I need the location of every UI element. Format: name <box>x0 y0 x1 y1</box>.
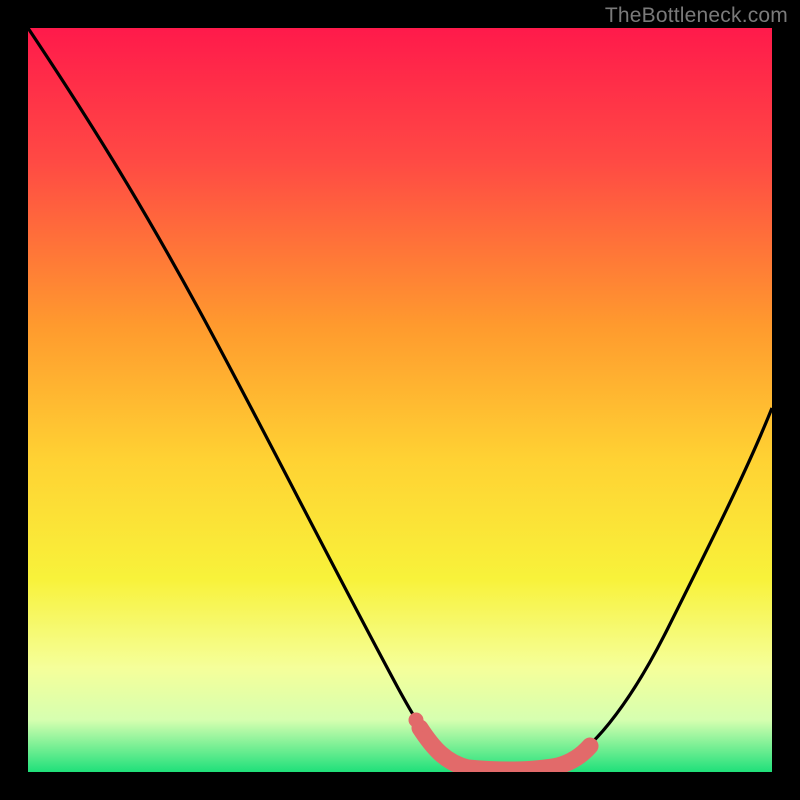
chart-frame: TheBottleneck.com <box>0 0 800 800</box>
highlight-dot-2 <box>419 731 434 746</box>
bottleneck-plot <box>28 28 772 772</box>
watermark: TheBottleneck.com <box>605 4 788 28</box>
gradient-background <box>28 28 772 772</box>
highlight-dot-1 <box>409 713 424 728</box>
